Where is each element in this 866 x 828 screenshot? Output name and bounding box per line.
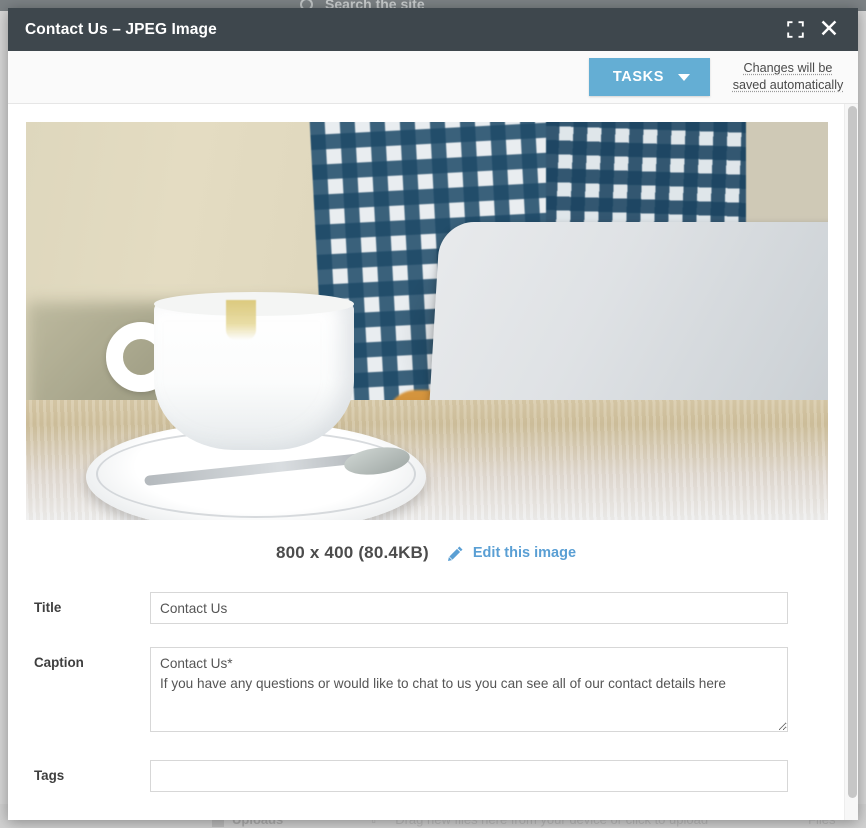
title-row: Title	[34, 592, 818, 624]
modal-scroll-content: 800 x 400 (80.4KB) Edit this image Title…	[8, 104, 844, 820]
tags-label: Tags	[34, 768, 65, 783]
modal-toolbar: TASKS Changes will be saved automaticall…	[8, 51, 858, 104]
autosave-note: Changes will be saved automatically	[732, 61, 844, 92]
edit-image-link[interactable]: Edit this image	[447, 545, 576, 562]
image-dimensions: 800 x 400 (80.4KB)	[275, 543, 429, 562]
image-details-form: Title Caption Tags	[8, 592, 844, 820]
title-input[interactable]	[150, 592, 788, 624]
tasks-button-label: TASKS	[612, 69, 664, 85]
tags-input[interactable]	[150, 760, 788, 792]
modal-scrollbar[interactable]	[844, 104, 858, 820]
caption-label: Caption	[34, 655, 84, 670]
link-row: Link Group ( Contact Us )	[34, 815, 818, 820]
title-label: Title	[34, 600, 62, 615]
modal-titlebar: Contact Us – JPEG Image ✕	[8, 8, 858, 51]
photo-illustration	[26, 122, 828, 520]
chevron-down-icon	[678, 73, 690, 81]
edit-image-label: Edit this image	[472, 545, 577, 561]
modal-title: Contact Us – JPEG Image	[25, 20, 217, 38]
caption-row: Caption	[34, 647, 818, 737]
fullscreen-icon[interactable]	[780, 15, 810, 45]
pencil-icon	[447, 545, 464, 562]
close-icon[interactable]: ✕	[814, 15, 844, 45]
tasks-button[interactable]: TASKS	[588, 58, 710, 96]
scrollbar-thumb[interactable]	[848, 106, 857, 798]
link-label: Link	[34, 815, 150, 820]
tags-row: Tags	[34, 760, 818, 792]
image-details-modal: Contact Us – JPEG Image ✕ TASKS Changes …	[8, 8, 858, 820]
image-preview[interactable]	[26, 122, 828, 520]
modal-body: 800 x 400 (80.4KB) Edit this image Title…	[8, 104, 858, 820]
image-meta-row: 800 x 400 (80.4KB) Edit this image	[8, 540, 844, 566]
caption-textarea[interactable]	[150, 647, 788, 732]
